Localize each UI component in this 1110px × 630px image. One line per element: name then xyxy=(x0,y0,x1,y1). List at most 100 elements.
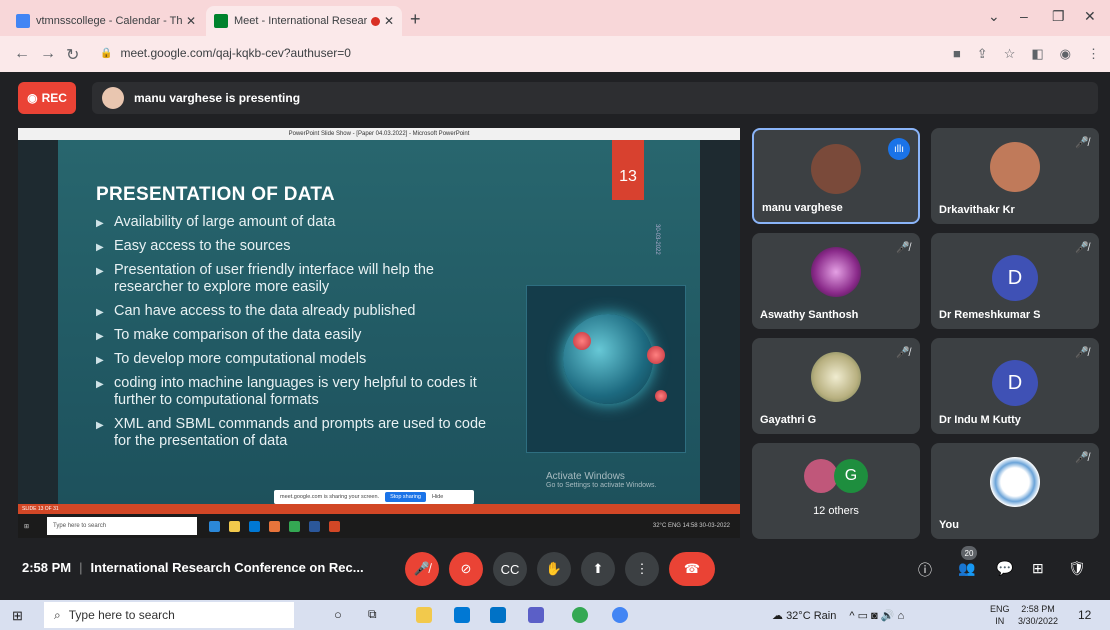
mic-muted-icon: 🎤̸ xyxy=(1075,242,1089,254)
participant-tile[interactable]: 🎤̸ Gayathri G xyxy=(752,338,920,434)
mail-icon[interactable] xyxy=(490,607,506,623)
folder-icon xyxy=(229,520,241,532)
restore-icon[interactable]: ❐ xyxy=(1052,8,1065,25)
hotspot-icon xyxy=(573,332,591,350)
avatar xyxy=(990,142,1040,192)
recording-dot-icon xyxy=(370,16,380,26)
people-icon[interactable]: 👥 xyxy=(958,560,975,577)
window-close-icon[interactable]: ✕ xyxy=(1084,8,1096,25)
participant-name: Aswathy Santhosh xyxy=(760,309,859,321)
mic-toggle-button[interactable]: 🎤̸ xyxy=(405,552,439,586)
store-icon[interactable] xyxy=(454,607,470,623)
lang-code: ENG xyxy=(990,604,1010,614)
meeting-info: 2:58 PM | International Research Conferenc… xyxy=(22,560,364,575)
sidebar-icon[interactable]: ◧ xyxy=(1031,46,1043,62)
stop-sharing-button[interactable]: Stop sharing xyxy=(385,492,426,502)
share-icon[interactable]: ⇪ xyxy=(977,46,988,62)
meeting-details-icon[interactable]: ⓘ xyxy=(918,560,932,580)
clock-date: 3/30/2022 xyxy=(1018,616,1059,626)
meeting-time: 2:58 PM xyxy=(22,560,72,575)
tab-meet[interactable]: Meet - International Researc ✕ xyxy=(206,6,402,36)
tab-calendar[interactable]: vtmnsscollege - Calendar - Thurs ✕ xyxy=(8,6,204,36)
url-field[interactable]: 🔒 meet.google.com/qaj-kqkb-cev?authuser=… xyxy=(92,41,932,65)
extension-icon[interactable]: ◉ xyxy=(1060,46,1071,62)
tab-search-icon[interactable]: ⌄ xyxy=(988,8,1000,25)
activate-windows-watermark: Activate Windows Go to Settings to activ… xyxy=(546,471,657,489)
mic-muted-icon: 🎤̸ xyxy=(1075,137,1089,149)
close-icon[interactable]: ✕ xyxy=(384,14,394,28)
list-item: coding into machine languages is very he… xyxy=(96,375,496,409)
windows-start-icon[interactable]: ⊞ xyxy=(12,608,23,624)
activities-icon[interactable]: ⊞ xyxy=(1032,560,1044,577)
bookmark-star-icon[interactable]: ☆ xyxy=(1004,46,1016,62)
file-explorer-icon[interactable] xyxy=(416,607,432,623)
avatar: G xyxy=(834,459,868,493)
others-tile[interactable]: G 12 others xyxy=(752,443,920,539)
powerpoint-icon xyxy=(329,520,341,532)
taskbar-search-box[interactable]: ⌕ Type here to search xyxy=(44,602,294,628)
participant-tile[interactable]: 🎤̸ Aswathy Santhosh xyxy=(752,233,920,329)
avatar xyxy=(804,459,838,493)
hide-button[interactable]: Hide xyxy=(432,494,443,500)
chat-icon[interactable]: 💬 xyxy=(996,560,1013,577)
list-item: XML and SBML commands and prompts are us… xyxy=(96,416,496,450)
avatar xyxy=(102,87,124,109)
meet-top-bar: ◉ REC manu varghese is presenting xyxy=(0,72,1110,120)
participant-tile[interactable]: D 🎤̸ Dr Indu M Kutty xyxy=(931,338,1099,434)
raise-hand-button[interactable]: ✋ xyxy=(537,552,571,586)
presenting-banner: manu varghese is presenting xyxy=(92,82,1098,114)
camera-icon[interactable]: ■ xyxy=(953,46,961,62)
menu-icon[interactable]: ⋮ xyxy=(1087,46,1100,62)
cortana-icon[interactable]: ○ xyxy=(334,607,350,623)
taskbar-clock[interactable]: 2:58 PM 3/30/2022 xyxy=(1018,603,1058,627)
tray-icons: ^ ▭ ◙ 🔊 ⌂ xyxy=(849,610,905,622)
phone-hangup-icon: ☎ xyxy=(683,561,701,576)
list-item: To develop more computational models xyxy=(96,351,496,369)
recording-button[interactable]: ◉ REC xyxy=(18,82,76,114)
participant-tile[interactable]: ıllı manu varghese xyxy=(752,128,920,224)
weather-tray[interactable]: ☁ 32°C Rain ^ ▭ ◙ 🔊 ⌂ xyxy=(772,609,904,622)
ppt-window-title: PowerPoint Slide Show - [Paper 04.03.202… xyxy=(18,128,740,140)
participant-name: Gayathri G xyxy=(760,414,817,426)
app-icon xyxy=(269,520,281,532)
task-view-icon[interactable]: ⧉ xyxy=(368,607,384,623)
present-icon: ⬆ xyxy=(592,561,604,576)
teams-icon[interactable] xyxy=(528,607,544,623)
tab-title: Meet - International Researc xyxy=(234,15,367,27)
participant-tile[interactable]: 🎤̸ Drkavithakr Kr xyxy=(931,128,1099,224)
chrome-icon xyxy=(289,520,301,532)
captions-button[interactable]: CC xyxy=(493,552,527,586)
windows-taskbar: ⊞ ⌕ Type here to search ○ ⧉ ☁ 32°C Rain … xyxy=(0,600,1110,630)
slide-bullet-list: Availability of large amount of data Eas… xyxy=(96,214,496,457)
present-button[interactable]: ⬆ xyxy=(581,552,615,586)
avatar xyxy=(811,144,861,194)
weather-text: 32°C Rain xyxy=(786,610,837,622)
avatar: D xyxy=(992,255,1038,301)
forward-icon[interactable]: → xyxy=(40,45,56,63)
close-icon[interactable]: ✕ xyxy=(186,14,196,28)
participant-tile[interactable]: D 🎤̸ Dr Remeshkumar S xyxy=(931,233,1099,329)
reload-icon[interactable]: ↻ xyxy=(66,45,79,65)
college-logo-icon xyxy=(990,457,1040,507)
taskbar-search-placeholder: Type here to search xyxy=(68,608,175,622)
rec-label: REC xyxy=(41,91,67,105)
new-tab-button[interactable]: + xyxy=(410,9,421,30)
host-controls-icon[interactable]: 🛡 xyxy=(1068,560,1086,577)
leave-call-button[interactable]: ☎ xyxy=(669,552,715,586)
camera-toggle-button[interactable]: ⊘ xyxy=(449,552,483,586)
list-item: Can have access to the data already publ… xyxy=(96,303,496,321)
chrome-profile-icon[interactable] xyxy=(612,607,628,623)
more-options-button[interactable]: ⋮ xyxy=(625,552,659,586)
shared-search-box: Type here to search xyxy=(47,517,198,535)
participant-tile-self[interactable]: 🎤̸ You xyxy=(931,443,1099,539)
minimize-icon[interactable]: – xyxy=(1020,8,1028,24)
word-icon xyxy=(309,520,321,532)
language-indicator[interactable]: ENG IN xyxy=(990,603,1010,627)
back-icon[interactable]: ← xyxy=(14,45,30,63)
slide-date: 30-03-2022 xyxy=(654,224,660,255)
chrome-icon[interactable] xyxy=(572,607,588,623)
others-avatars: G xyxy=(804,459,868,493)
notification-icon[interactable]: 12 xyxy=(1078,608,1091,622)
more-icon: ⋮ xyxy=(635,561,649,576)
slide-title: PRESENTATION OF DATA xyxy=(96,184,335,205)
